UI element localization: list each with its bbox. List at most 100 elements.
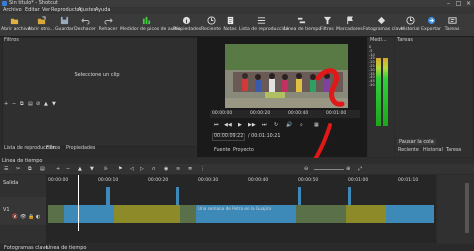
filters-button[interactable]: Filtros bbox=[319, 15, 335, 35]
history-button[interactable]: Historial bbox=[400, 15, 420, 35]
menu-icon[interactable]: ☰ bbox=[4, 166, 8, 172]
tab-filters[interactable]: Filtros bbox=[46, 146, 60, 151]
recent-button[interactable]: Reciente bbox=[201, 15, 221, 35]
filters-toolbar: + − ⧉ ▤ ⊘ ▲ ▼ bbox=[2, 100, 196, 108]
menu-ver[interactable]: Ver bbox=[42, 7, 50, 14]
playlist-button[interactable]: Lista de reproducción bbox=[239, 15, 289, 35]
marker-clip[interactable] bbox=[298, 187, 301, 205]
lift-icon[interactable]: ▲ bbox=[78, 166, 82, 172]
meter-scale: 0 -5 -10 -15 -20 -25 -30 -35 -40 -45 -50 bbox=[369, 45, 375, 87]
play-icon[interactable]: ▶ bbox=[238, 122, 242, 128]
maximize-icon[interactable]: □ bbox=[454, 0, 463, 7]
pause-queue-button[interactable]: Pausar la cola bbox=[397, 139, 436, 145]
menu-editar[interactable]: Editar bbox=[25, 7, 40, 14]
zoom-out-icon[interactable]: ⊖ bbox=[304, 166, 308, 172]
menu-ayuda[interactable]: Ayuda bbox=[95, 7, 110, 14]
open-file-button[interactable]: Abrir archivo bbox=[1, 15, 30, 35]
prev-marker-icon[interactable]: ◁ bbox=[130, 166, 134, 172]
rewind-icon[interactable]: ◀◀ bbox=[224, 122, 232, 128]
clip[interactable]: Una semana de Petra en la Guajira bbox=[196, 205, 296, 223]
add-filter-icon[interactable]: + bbox=[4, 101, 8, 107]
close-icon[interactable]: × bbox=[464, 0, 473, 7]
composite-icon[interactable]: ◐ bbox=[36, 214, 40, 220]
fast-forward-icon[interactable]: ▶▶ bbox=[248, 122, 256, 128]
ripple-icon[interactable]: ≋ bbox=[176, 166, 180, 172]
notes-button[interactable]: Notas bbox=[222, 15, 238, 35]
clip-gap[interactable] bbox=[114, 205, 180, 223]
timeline-ruler[interactable]: 00:00:00 00:00:10 00:00:20 00:00:30 00:0… bbox=[46, 175, 436, 187]
player-ruler[interactable]: 00:00:00 00:00:20 00:00:40 00:01:00 bbox=[210, 110, 360, 118]
properties-button[interactable]: Propiedades bbox=[173, 15, 201, 35]
deselect-filter-icon[interactable]: ⊘ bbox=[36, 101, 40, 107]
skip-end-icon[interactable]: ⏭ bbox=[262, 122, 267, 128]
paste-filter-icon[interactable]: ▤ bbox=[28, 101, 33, 107]
volume-icon[interactable]: 🔊 bbox=[286, 122, 292, 128]
scrub-icon[interactable]: ◉ bbox=[164, 166, 168, 172]
vertical-scrollbar[interactable] bbox=[465, 183, 469, 233]
lock-icon[interactable]: 🔒 bbox=[28, 214, 34, 220]
clip[interactable] bbox=[386, 205, 434, 223]
clip-gap[interactable] bbox=[346, 205, 386, 223]
zoom-in-icon[interactable]: ⊕ bbox=[346, 166, 350, 172]
timeline-tick: 00:00:40 bbox=[248, 178, 269, 183]
tab-properties[interactable]: Propiedades bbox=[66, 146, 95, 151]
audio-peak-meter-button[interactable]: Medidor de picos de audio bbox=[120, 15, 181, 35]
export-button[interactable]: Exportar bbox=[421, 15, 441, 35]
paste-icon[interactable]: ▤ bbox=[40, 166, 45, 172]
menu-archivo[interactable]: Archivo bbox=[3, 7, 22, 14]
clip-thumbnail[interactable] bbox=[180, 205, 196, 223]
next-marker-icon[interactable]: ▷ bbox=[140, 166, 144, 172]
mute-icon[interactable]: 🔇 bbox=[12, 214, 18, 220]
timeline-side-area bbox=[437, 175, 474, 245]
clip-thumbnail[interactable] bbox=[48, 205, 64, 223]
remove-filter-icon[interactable]: − bbox=[12, 101, 16, 107]
minimize-icon[interactable]: – bbox=[444, 0, 453, 7]
timecode-current[interactable]: 00:00:09:22 bbox=[212, 133, 246, 141]
move-up-icon[interactable]: ▲ bbox=[44, 101, 48, 107]
skip-start-icon[interactable]: ⏮ bbox=[214, 122, 219, 128]
transport-controls: ⏮ ◀◀ ▶ ▶▶ ⏭ ↻ 🔊 ⌕ ▦ bbox=[210, 120, 360, 130]
tab-jobs[interactable]: Tareas bbox=[446, 148, 461, 153]
zoom-fit-icon[interactable]: ⤢ bbox=[358, 166, 362, 172]
zoom-slider[interactable] bbox=[314, 169, 344, 170]
add-icon[interactable]: + bbox=[56, 166, 60, 172]
save-icon bbox=[60, 16, 68, 25]
marker-clip[interactable] bbox=[106, 187, 110, 205]
tab-history[interactable]: Historial bbox=[423, 148, 443, 153]
ripple-all-icon[interactable]: ≣ bbox=[188, 166, 192, 172]
playhead[interactable] bbox=[78, 175, 79, 231]
hide-icon[interactable]: 👁 bbox=[20, 214, 26, 220]
marker-icon[interactable]: ⚑ bbox=[118, 166, 122, 172]
clip-thumbnail[interactable] bbox=[296, 205, 346, 223]
remove-icon[interactable]: − bbox=[66, 166, 70, 172]
clip[interactable] bbox=[64, 205, 114, 223]
timeline-button[interactable]: Línea de tiempo bbox=[284, 15, 321, 35]
loop-icon[interactable]: ↻ bbox=[274, 122, 278, 128]
menu-ajustes[interactable]: Ajustes bbox=[78, 7, 96, 14]
marker-clip[interactable] bbox=[348, 187, 351, 205]
snap-icon[interactable]: ∩ bbox=[152, 166, 156, 172]
tab-timeline[interactable]: Línea de tiempo bbox=[46, 245, 86, 251]
copy-filter-icon[interactable]: ⧉ bbox=[20, 101, 24, 107]
ripple-markers-icon[interactable]: ⋮ bbox=[200, 166, 205, 172]
undo-button[interactable]: Deshacer bbox=[74, 15, 96, 35]
jobs-button[interactable]: Tareas bbox=[442, 15, 462, 35]
save-button[interactable]: Guardar bbox=[55, 15, 74, 35]
player-tick: 00:00:20 bbox=[250, 111, 271, 116]
zoom-icon[interactable]: ⌕ bbox=[300, 122, 303, 128]
redo-button[interactable]: Rehacer bbox=[97, 15, 119, 35]
markers-button[interactable]: Marcadores bbox=[336, 15, 363, 35]
move-down-icon[interactable]: ▼ bbox=[52, 101, 56, 107]
tab-source[interactable]: Fuente bbox=[214, 148, 230, 153]
tab-project[interactable]: Proyecto bbox=[233, 148, 254, 153]
copy-icon[interactable]: ⧉ bbox=[28, 166, 32, 172]
marker-clip[interactable] bbox=[176, 187, 179, 205]
grid-icon[interactable]: ▦ bbox=[314, 122, 319, 128]
cut-icon[interactable]: ✂ bbox=[16, 166, 20, 172]
open-other-button[interactable]: Abrir otro... bbox=[28, 15, 54, 35]
keyframes-button[interactable]: Fotogramas clave bbox=[363, 15, 404, 35]
tab-recent[interactable]: Reciente bbox=[398, 148, 419, 153]
tab-keyframes[interactable]: Fotogramas clave bbox=[4, 245, 48, 251]
split-icon[interactable]: ⊪ bbox=[104, 166, 108, 172]
overwrite-icon[interactable]: ▼ bbox=[90, 166, 94, 172]
